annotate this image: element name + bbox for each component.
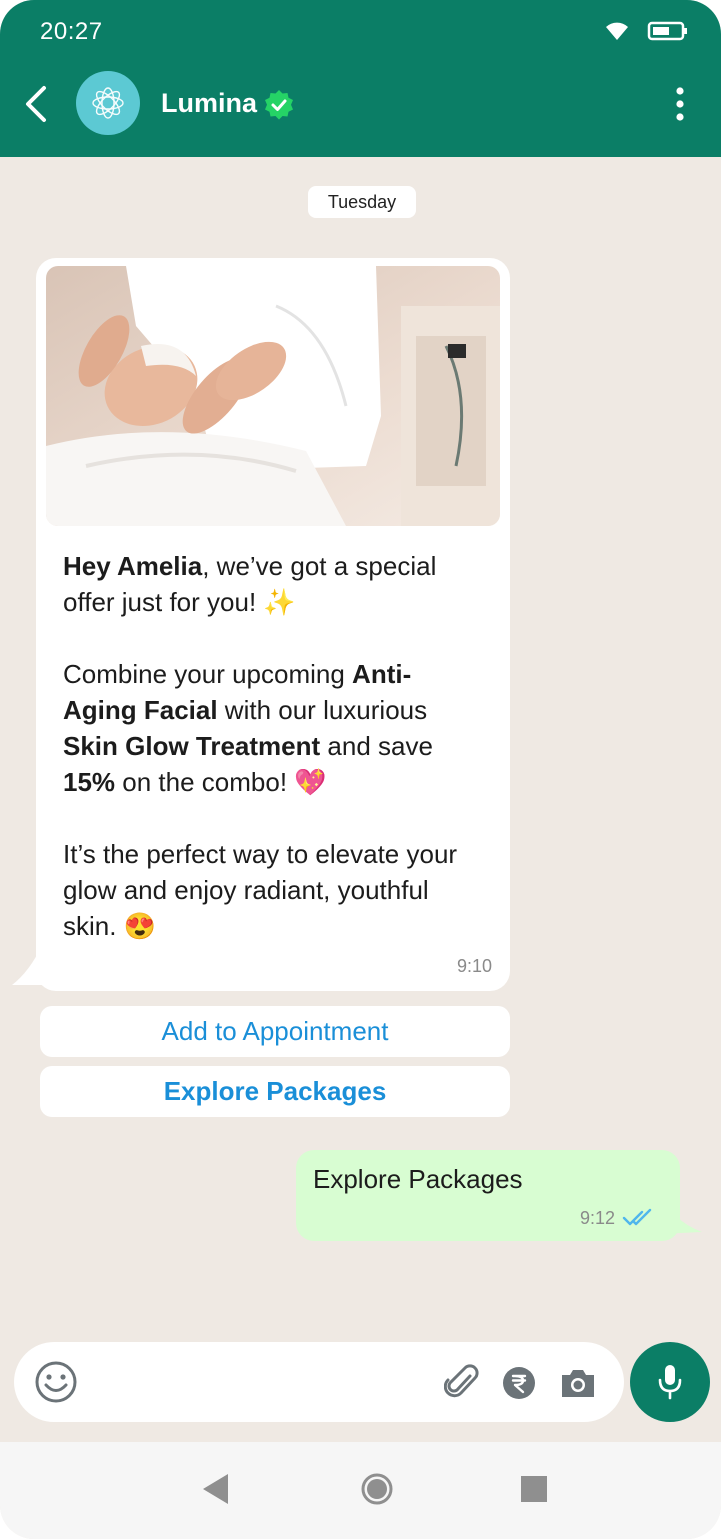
verified-badge-icon — [265, 90, 293, 120]
message-input[interactable] — [94, 1360, 428, 1406]
emoji-icon[interactable] — [34, 1360, 78, 1404]
spa-facial-photo — [46, 266, 500, 526]
mic-icon — [658, 1365, 682, 1400]
status-icons — [603, 20, 689, 42]
rupee-icon[interactable] — [502, 1366, 536, 1400]
outgoing-text: Explore Packages — [313, 1164, 523, 1194]
contact-name[interactable]: Lumina — [161, 88, 257, 119]
nav-home-icon[interactable] — [360, 1472, 394, 1506]
offer-text: and save — [320, 731, 433, 761]
add-to-appointment-button[interactable]: Add to Appointment — [40, 1006, 510, 1057]
attach-icon[interactable] — [444, 1362, 480, 1402]
message-paragraph-3: It’s the perfect way to elevate your glo… — [63, 839, 458, 941]
greeting-name: Hey Amelia — [63, 551, 203, 581]
outgoing-timestamp: 9:12 — [580, 1208, 616, 1228]
nav-recents-icon[interactable] — [520, 1475, 548, 1503]
status-time: 20:27 — [40, 18, 103, 45]
service-name-glow: Skin Glow Treatment — [63, 731, 321, 761]
avatar[interactable] — [76, 71, 140, 135]
explore-packages-button[interactable]: Explore Packages — [40, 1066, 510, 1117]
offer-text: Combine your upcoming — [63, 659, 353, 689]
message-paragraph-2: Combine your upcoming Anti-Aging Facial … — [63, 656, 483, 800]
outgoing-message: Explore Packages 9:12 — [296, 1150, 680, 1241]
system-nav-bar — [0, 1442, 721, 1539]
nav-back-icon[interactable] — [200, 1472, 230, 1506]
camera-icon[interactable] — [559, 1366, 597, 1400]
chat-header: 20:27 Lumina — [0, 0, 721, 157]
mic-button[interactable] — [630, 1342, 710, 1422]
message-body: Hey Amelia, we’ve got a special offer ju… — [63, 548, 483, 944]
day-separator: Tuesday — [308, 186, 416, 218]
message-image[interactable] — [46, 266, 500, 526]
battery-icon — [647, 21, 687, 41]
lotus-logo-icon — [92, 87, 124, 119]
incoming-timestamp: 9:10 — [456, 956, 492, 976]
discount-value: 15% — [63, 767, 116, 797]
double-tick-icon — [622, 1208, 652, 1226]
wifi-icon — [606, 22, 628, 40]
message-composer — [14, 1342, 624, 1422]
incoming-message: Hey Amelia, we’ve got a special offer ju… — [36, 258, 510, 991]
message-paragraph-1: Hey Amelia, we’ve got a special offer ju… — [63, 548, 483, 620]
more-vert-icon[interactable] — [673, 86, 687, 122]
back-arrow-icon[interactable] — [20, 82, 54, 126]
offer-text: with our luxurious — [217, 695, 428, 725]
offer-text: on the combo! 💖 — [115, 767, 327, 797]
phone-screen: 20:27 Lumina Tuesday Hey Amelia, we’ve g… — [0, 0, 721, 1539]
